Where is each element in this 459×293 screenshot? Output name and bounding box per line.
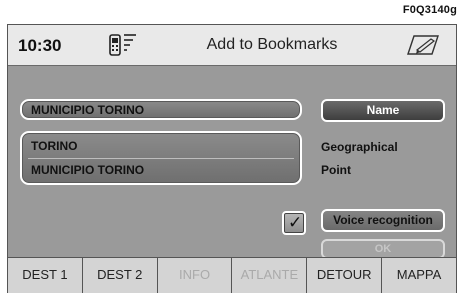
navigation-screen: 10:30 Add to Bookmarks MUNICIPIO TORINO … <box>7 24 457 293</box>
address-line-2: MUNICIPIO TORINO <box>31 163 145 177</box>
name-value: MUNICIPIO TORINO <box>31 103 145 117</box>
tab-info[interactable]: INFO <box>158 258 233 293</box>
checkmark-icon: ✓ <box>288 213 303 232</box>
header-bar: 10:30 Add to Bookmarks <box>8 25 456 66</box>
voice-recognition-button[interactable]: Voice recognition <box>321 209 445 232</box>
figure-code: F0Q3140g <box>402 4 457 16</box>
bookmark-form: MUNICIPIO TORINO Name TORINO MUNICIPIO T… <box>8 67 456 259</box>
point-type-line-2: Point <box>321 163 351 177</box>
tab-dest-1[interactable]: DEST 1 <box>8 258 83 293</box>
tab-mappa[interactable]: MAPPA <box>382 258 456 293</box>
tab-atlante[interactable]: ATLANTE <box>232 258 308 293</box>
phone-signal-icon <box>109 34 136 56</box>
name-field[interactable]: MUNICIPIO TORINO <box>20 99 302 120</box>
name-button[interactable]: Name <box>321 99 445 122</box>
tab-dest-2[interactable]: DEST 2 <box>83 258 158 293</box>
tab-detour[interactable]: DETOUR <box>307 258 383 293</box>
address-line-1: TORINO <box>31 139 78 153</box>
address-divider <box>28 158 294 159</box>
bottom-tab-bar: DEST 1 DEST 2 INFO ATLANTE DETOUR MAPPA <box>8 257 456 293</box>
keyboard-edit-icon[interactable] <box>405 32 441 58</box>
ok-button[interactable]: OK <box>321 239 445 259</box>
address-field[interactable]: TORINO MUNICIPIO TORINO <box>20 131 302 185</box>
point-type-line-1: Geographical <box>321 140 398 154</box>
voice-checkbox[interactable]: ✓ <box>282 211 306 235</box>
clock-time: 10:30 <box>18 36 62 55</box>
page-title: Add to Bookmarks <box>206 36 338 53</box>
